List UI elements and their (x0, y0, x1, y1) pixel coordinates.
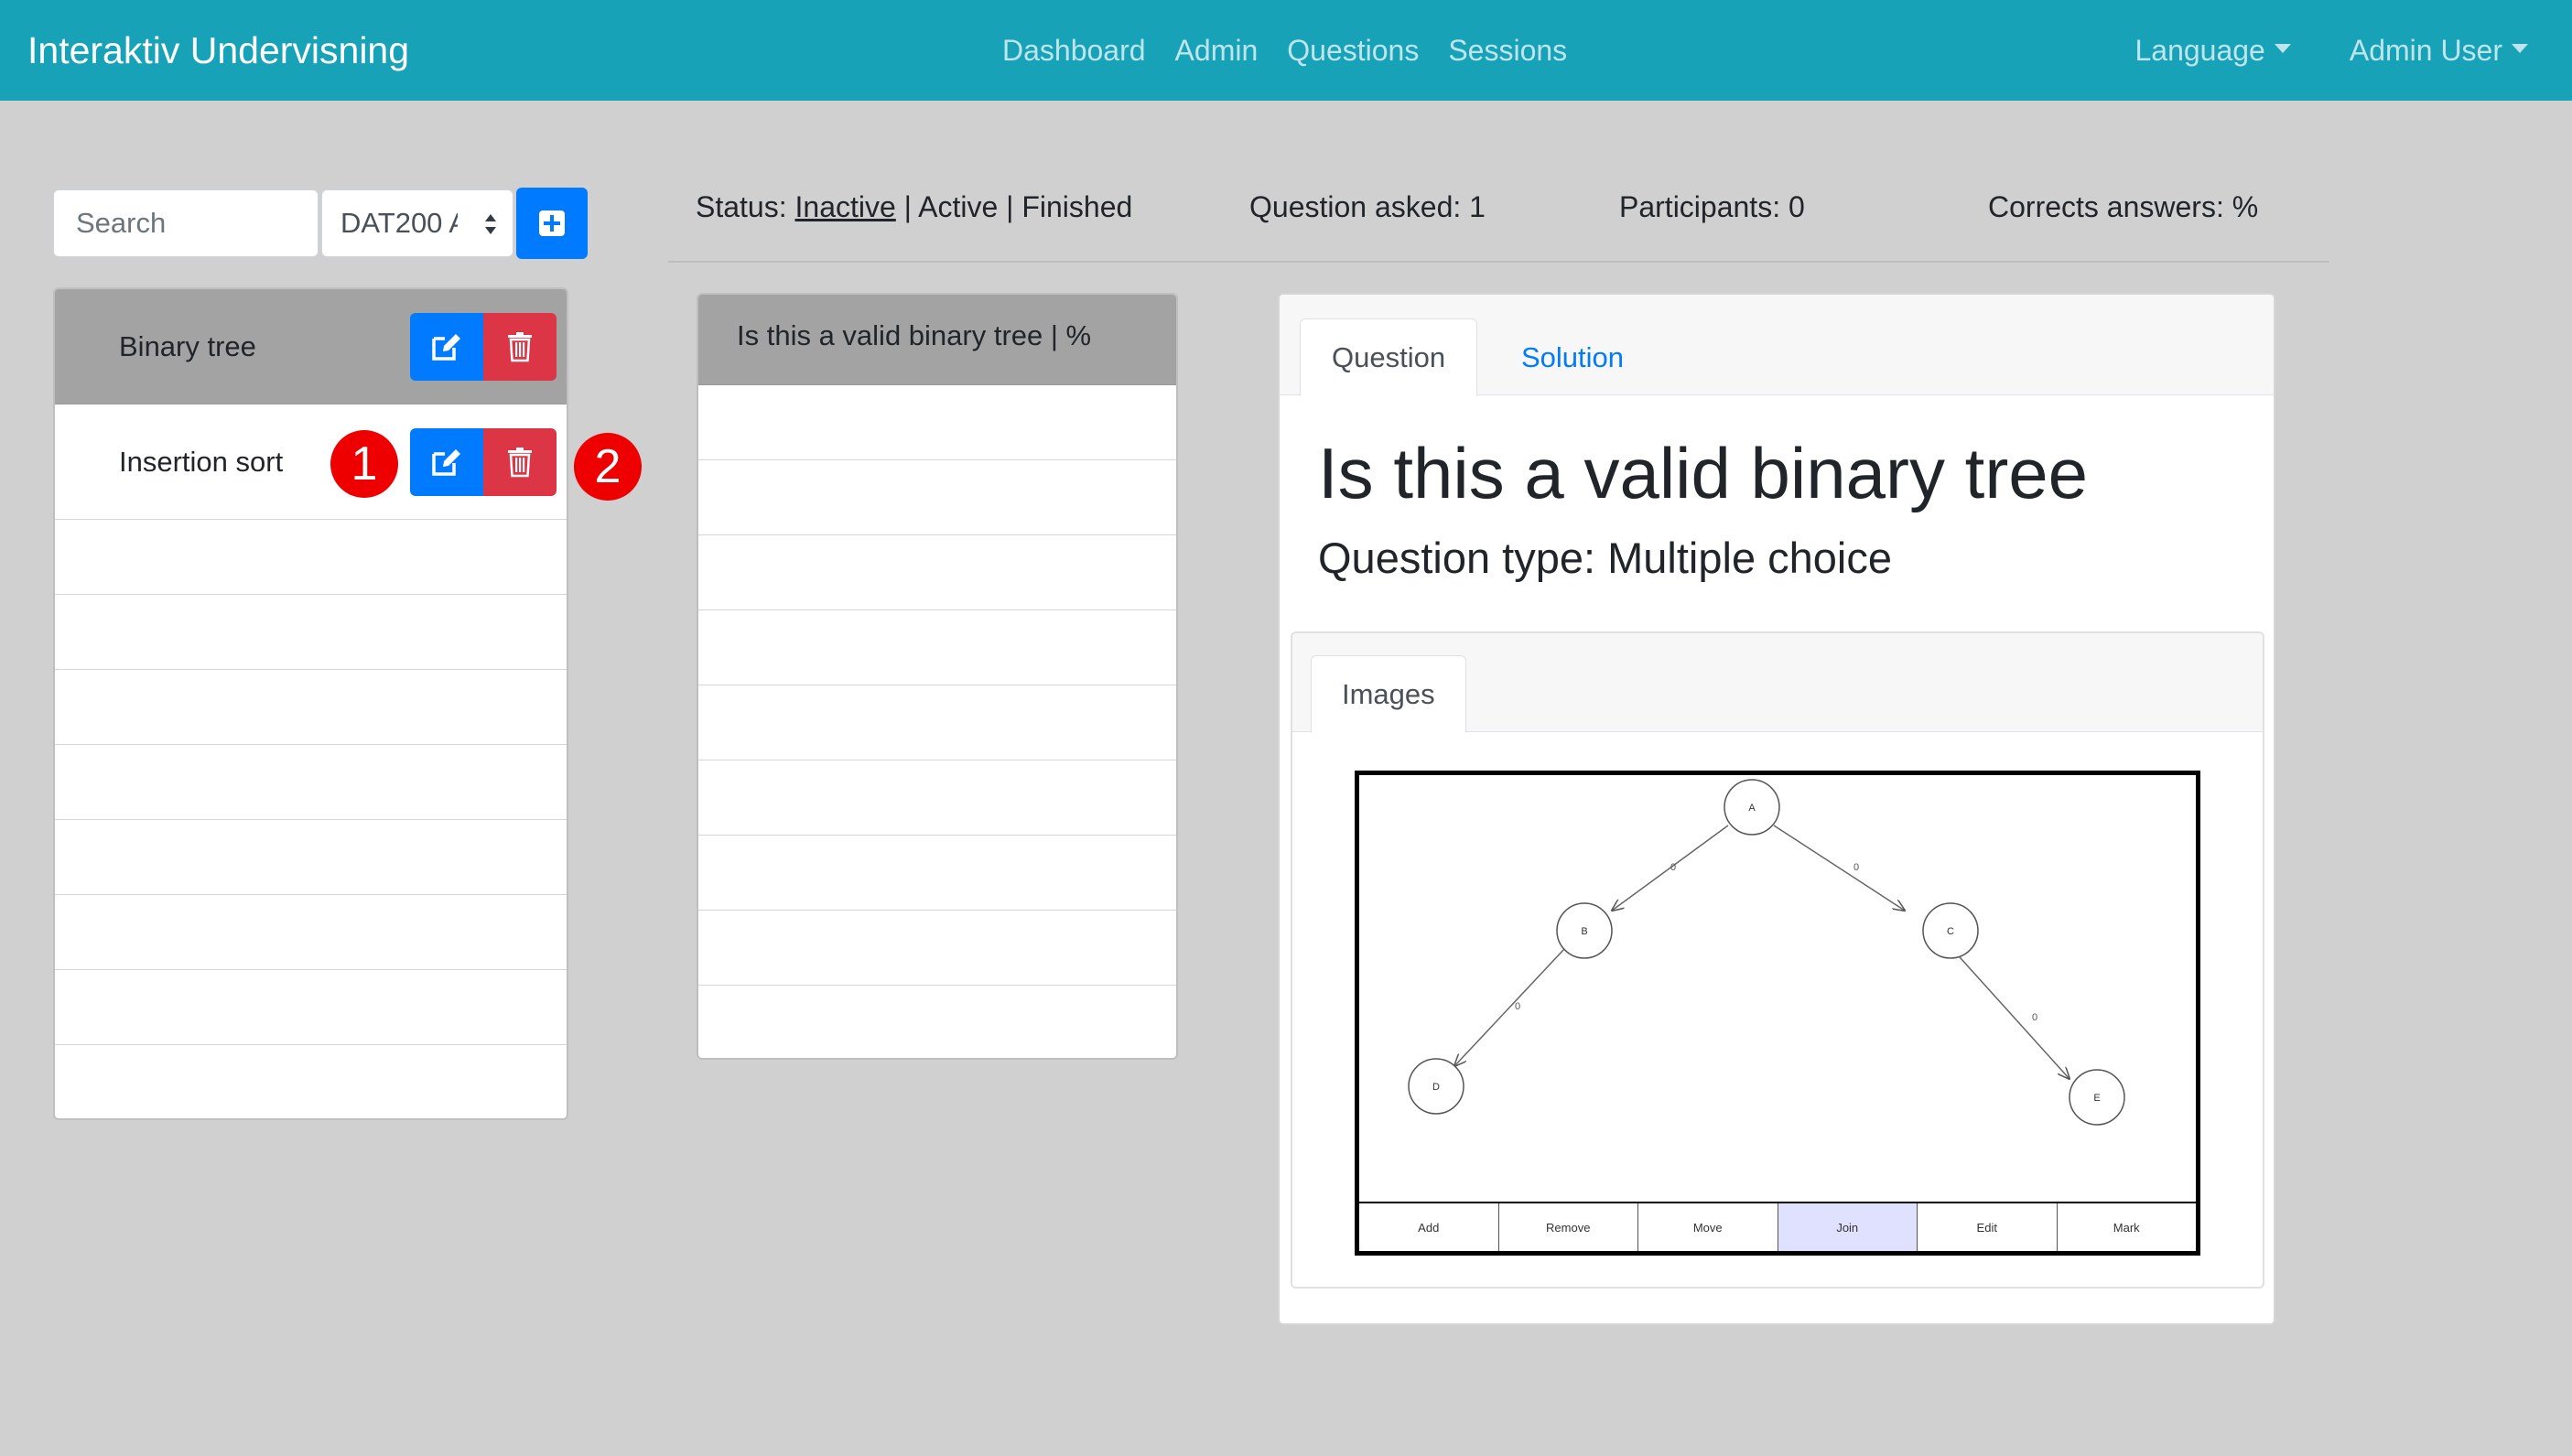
tool-edit-button[interactable]: Edit (1918, 1203, 2058, 1251)
empty-row (55, 745, 567, 820)
tree-node-label: C (1947, 926, 1954, 937)
binary-tree-diagram[interactable]: 0 0 0 0 A B C D E (1359, 775, 2196, 1202)
empty-row (55, 895, 567, 970)
nav-sessions[interactable]: Sessions (1448, 28, 1567, 72)
language-label: Language (2134, 34, 2265, 67)
empty-row (55, 670, 567, 745)
delete-button[interactable] (483, 427, 557, 496)
tree-editor[interactable]: 0 0 0 0 A B C D E Add Remove Move Join E… (1355, 771, 2200, 1256)
empty-row (698, 836, 1176, 911)
list-item-label: Insertion sort (119, 445, 284, 478)
question-list-label: Is this a valid binary tree | % (737, 319, 1092, 351)
status-separator: | (903, 190, 912, 223)
list-item-label: Binary tree (119, 329, 256, 362)
search-input[interactable] (53, 189, 319, 257)
empty-row (55, 820, 567, 895)
language-dropdown[interactable]: Language (2134, 28, 2291, 72)
annotation-marker-1: 1 (330, 430, 398, 498)
caret-down-icon (2512, 44, 2528, 53)
tree-edge-label: 0 (1670, 862, 1676, 873)
status-row: Status: Inactive | Active | Finished (696, 190, 1132, 224)
tree-node-label: D (1432, 1082, 1440, 1093)
add-session-button[interactable] (516, 188, 588, 259)
empty-row (698, 911, 1176, 986)
tree-edge-label: 0 (1853, 862, 1859, 873)
course-select[interactable]: DAT200 A (321, 189, 513, 257)
session-list: Binary tree Insertion sort (53, 287, 568, 1120)
tab-question[interactable]: Question (1300, 318, 1478, 396)
status-inactive-link[interactable]: Inactive (795, 190, 896, 223)
tree-edge-label: 0 (1515, 1001, 1520, 1012)
correct-answers-stat: Corrects answers: % (1988, 190, 2259, 223)
course-select-value: DAT200 A (340, 207, 458, 239)
card-header: Question Solution (1280, 295, 2274, 396)
edit-button[interactable] (410, 312, 483, 381)
delete-button[interactable] (483, 312, 557, 381)
user-label: Admin User (2349, 34, 2502, 67)
tree-node-label: E (2093, 1093, 2100, 1104)
tree-edge (1454, 948, 1565, 1066)
edit-icon (432, 333, 460, 361)
navbar: Interaktiv Undervisning Dashboard Admin … (0, 0, 2572, 101)
tree-edge (1951, 948, 2069, 1079)
empty-row (698, 385, 1176, 460)
nav-right: Language Admin User (2134, 28, 2528, 72)
status-prefix: Status: (696, 190, 787, 223)
question-asked-stat: Question asked: 1 (1249, 190, 1486, 223)
divider (668, 261, 2329, 263)
nav-links: Dashboard Admin Questions Sessions (1002, 28, 1567, 72)
trash-icon (508, 331, 532, 361)
trash-icon (508, 447, 532, 477)
question-list: Is this a valid binary tree | % (697, 293, 1178, 1060)
tab-solution[interactable]: Solution (1490, 318, 1655, 396)
tool-add-button[interactable]: Add (1359, 1203, 1499, 1251)
empty-row (698, 685, 1176, 760)
status-separator: | (1006, 190, 1014, 223)
tree-node-label: B (1581, 926, 1587, 937)
nav-admin[interactable]: Admin (1175, 28, 1259, 72)
user-dropdown[interactable]: Admin User (2350, 28, 2528, 72)
tree-edge-label: 0 (2032, 1012, 2037, 1023)
list-item[interactable]: Insertion sort (55, 404, 567, 520)
nav-dashboard[interactable]: Dashboard (1002, 28, 1146, 72)
participants-stat: Participants: 0 (1619, 190, 1805, 223)
tool-mark-button[interactable]: Mark (2057, 1203, 2196, 1251)
empty-row (698, 610, 1176, 685)
tree-toolbar: Add Remove Move Join Edit Mark (1359, 1202, 2196, 1251)
caret-down-icon (2274, 44, 2291, 53)
question-type: Question type: Multiple choice (1318, 534, 1892, 582)
empty-row (698, 535, 1176, 610)
plus-square-icon (539, 210, 565, 236)
annotation-marker-2: 2 (574, 433, 642, 501)
empty-row (55, 520, 567, 595)
brand-title[interactable]: Interaktiv Undervisning (27, 26, 409, 75)
tree-edge (1773, 825, 1905, 911)
question-detail-card: Question Solution Is this a valid binary… (1278, 293, 2275, 1325)
nav-questions[interactable]: Questions (1287, 28, 1419, 72)
edit-icon (432, 448, 460, 476)
status-finished-link[interactable]: Finished (1021, 190, 1132, 223)
tab-images[interactable]: Images (1311, 655, 1466, 733)
question-list-item[interactable]: Is this a valid binary tree | % (698, 295, 1176, 385)
empty-row (698, 760, 1176, 836)
list-item[interactable]: Binary tree (55, 289, 567, 404)
question-title: Is this a valid binary tree (1318, 433, 2089, 513)
status-active-link[interactable]: Active (918, 190, 998, 223)
tool-move-button[interactable]: Move (1638, 1203, 1778, 1251)
empty-row (55, 595, 567, 670)
tool-remove-button[interactable]: Remove (1498, 1203, 1638, 1251)
select-arrows-icon (485, 214, 496, 234)
images-card-header: Images (1292, 633, 2263, 733)
tool-join-button[interactable]: Join (1778, 1203, 1918, 1251)
tree-node-label: A (1748, 803, 1756, 814)
images-card: Images 0 0 0 0 A B C D E Add Remove Move… (1291, 631, 2264, 1289)
empty-row (698, 460, 1176, 535)
empty-row (55, 970, 567, 1045)
edit-button[interactable] (410, 427, 483, 496)
